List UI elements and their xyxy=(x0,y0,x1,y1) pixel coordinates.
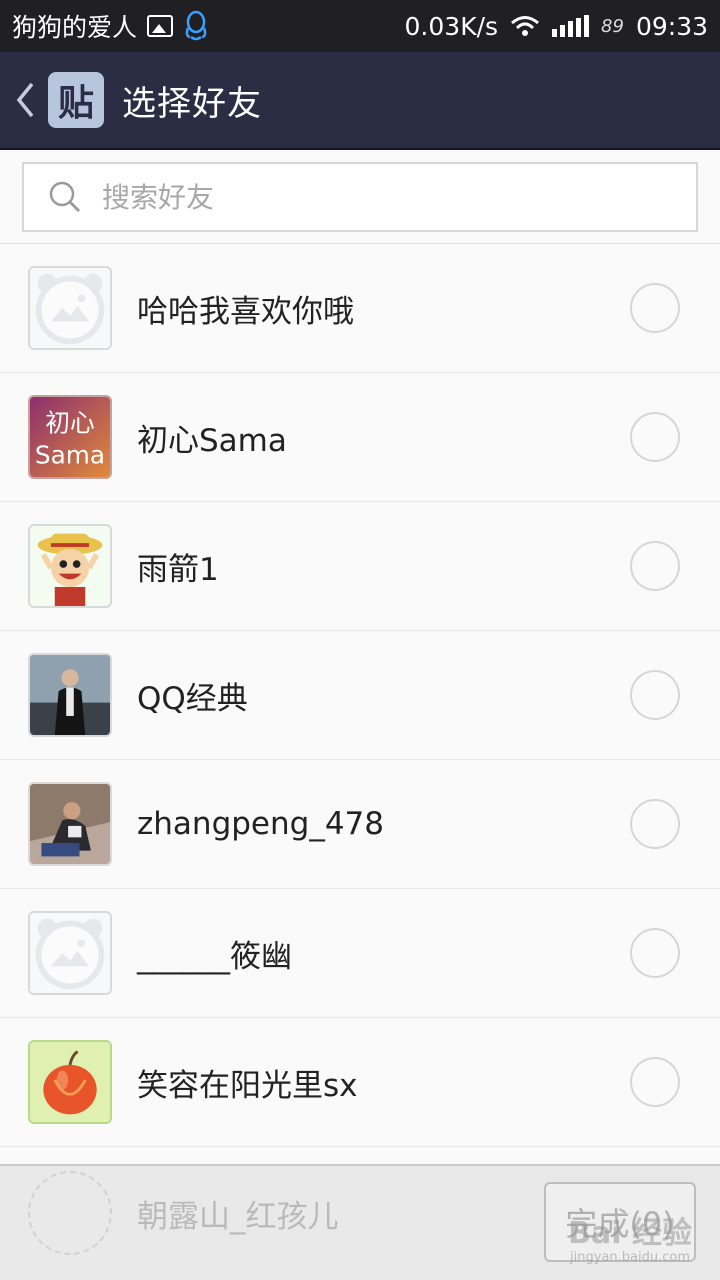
text-avatar-icon: 初心 Sama xyxy=(28,395,112,479)
select-radio[interactable] xyxy=(630,799,680,849)
clock: 09:33 xyxy=(635,11,708,41)
cartoon-avatar-icon xyxy=(28,524,112,608)
status-right: 0.03K/s 89 09:33 xyxy=(405,12,708,41)
friend-row[interactable]: 哈哈我喜欢你哦 xyxy=(0,244,720,373)
page-title: 选择好友 xyxy=(122,83,262,124)
friend-name: 雨箭1 xyxy=(137,551,219,588)
apple-avatar-icon xyxy=(28,1040,112,1124)
select-radio[interactable] xyxy=(630,1057,680,1107)
nav-bar: 贴 选择好友 xyxy=(0,52,720,150)
watermark-url: jingyan.baidu.com xyxy=(570,1250,690,1265)
friend-name: 初心Sama xyxy=(137,422,287,459)
select-radio[interactable] xyxy=(630,412,680,462)
search-box[interactable] xyxy=(22,162,698,232)
friend-row[interactable]: QQ经典 xyxy=(0,631,720,760)
wifi-icon xyxy=(511,16,540,36)
status-left: 狗狗的爱人 xyxy=(12,8,405,44)
photo-avatar-icon xyxy=(28,653,112,737)
friend-row[interactable]: 雨箭1 xyxy=(0,502,720,631)
network-speed: 0.03K/s xyxy=(404,11,499,41)
photo-avatar-icon xyxy=(28,782,112,866)
select-radio[interactable] xyxy=(630,928,680,978)
loading-avatar-icon xyxy=(28,1171,112,1255)
friend-row[interactable]: 笑容在阳光里sx xyxy=(0,1018,720,1147)
friend-list: 哈哈我喜欢你哦 初心 Sama 初心Sama 雨箭1 QQ经典 zhangpen… xyxy=(0,244,720,1147)
friend-name: zhangpeng_478 xyxy=(137,806,384,842)
status-bar: 狗狗的爱人 0.03K/s 89 09:33 xyxy=(0,0,720,52)
friend-row[interactable]: ______筱幽 xyxy=(0,889,720,1018)
battery-level: 89 xyxy=(601,15,624,37)
search-section xyxy=(0,150,720,244)
friend-name: ______筱幽 xyxy=(137,938,292,975)
app-logo: 贴 xyxy=(48,72,104,128)
qq-notification-icon xyxy=(185,10,207,41)
avatar-text-top: 初心 xyxy=(45,408,94,437)
select-radio[interactable] xyxy=(630,283,680,333)
carrier-name: 狗狗的爱人 xyxy=(12,13,138,42)
default-avatar-icon xyxy=(28,266,112,350)
friend-name: 笑容在阳光里sx xyxy=(137,1067,358,1104)
select-radio[interactable] xyxy=(630,541,680,591)
default-avatar-icon xyxy=(28,911,112,995)
back-arrow-icon[interactable] xyxy=(14,81,36,119)
friend-row[interactable]: 初心 Sama 初心Sama xyxy=(0,373,720,502)
search-icon xyxy=(49,181,81,213)
friend-name: QQ经典 xyxy=(137,680,248,717)
search-input[interactable] xyxy=(102,180,662,214)
gallery-notification-icon xyxy=(147,15,174,37)
select-radio[interactable] xyxy=(630,670,680,720)
avatar-text-bottom: Sama xyxy=(35,441,105,470)
watermark-logo: Bai 经验 xyxy=(568,1216,692,1251)
signal-icon xyxy=(552,15,590,37)
friend-row[interactable]: zhangpeng_478 xyxy=(0,760,720,889)
friend-name: 哈哈我喜欢你哦 xyxy=(137,293,354,330)
